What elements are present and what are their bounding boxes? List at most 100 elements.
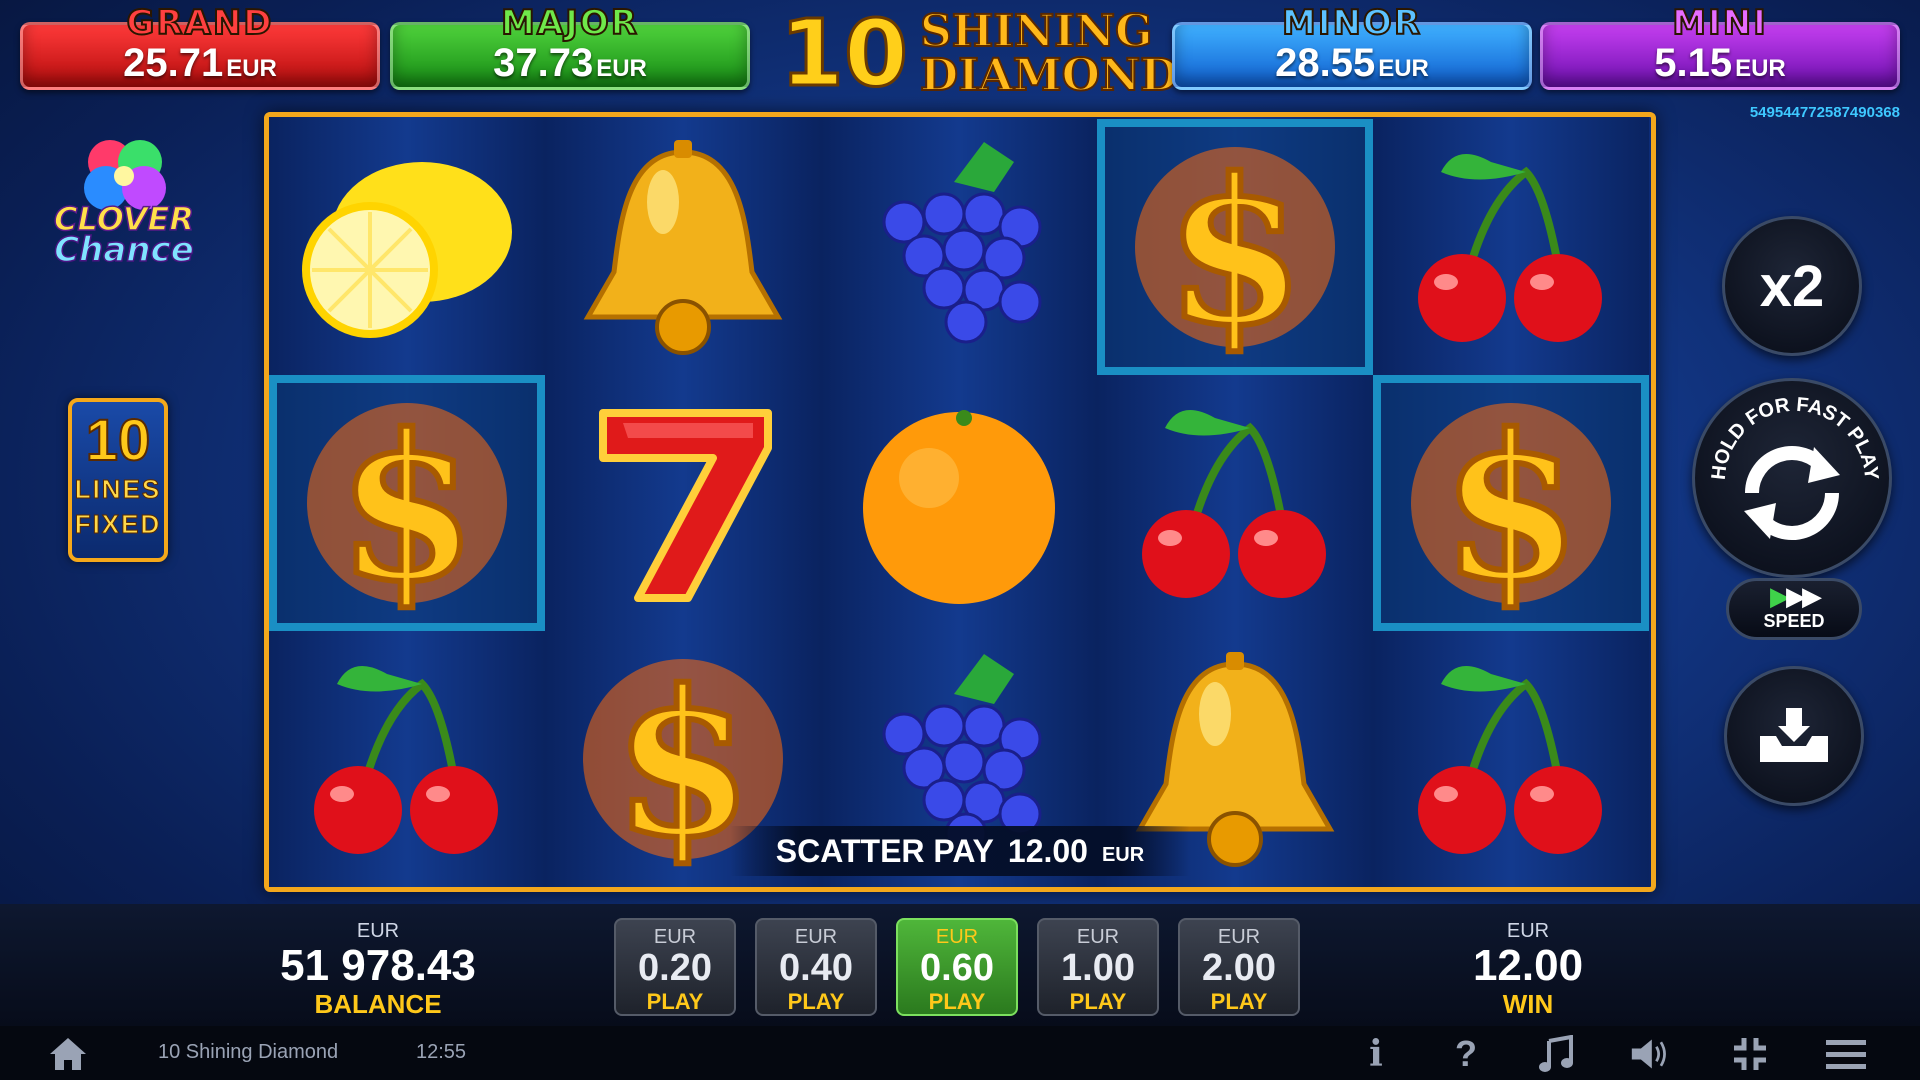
info-icon[interactable]: i: [1356, 1033, 1396, 1075]
symbol-grapes-icon: [821, 119, 1097, 375]
symbol-cherry-icon: [1097, 375, 1373, 631]
reel-1: $: [269, 117, 545, 887]
jackpot-grand-value: 25.71: [123, 40, 224, 85]
jackpot-major-currency: EUR: [596, 54, 647, 82]
logo-line2: DIAMOND: [919, 50, 1179, 101]
collect-button[interactable]: [1724, 666, 1864, 806]
bet-currency: EUR: [935, 926, 979, 948]
hold-for-fast-play-text: HOLD FOR FAST PLAY: [1708, 394, 1883, 482]
game-logo: 10 SHINING DIAMOND: [778, 0, 1179, 107]
menu-icon[interactable]: [1826, 1034, 1866, 1074]
status-bar: 10 Shining Diamond 12:55 i ?: [0, 1026, 1920, 1080]
jackpot-mini-currency: EUR: [1735, 54, 1786, 82]
multiplier-label: x2: [1759, 253, 1825, 319]
win-display: EUR 12.00 WIN: [1408, 920, 1648, 1020]
svg-text:$: $: [1441, 391, 1580, 618]
logo-number: 10: [778, 0, 909, 107]
scatter-pay-amount: 12.00: [1007, 832, 1088, 869]
jackpot-grand: GRAND 25.71 EUR: [20, 2, 380, 90]
bet-play-label: PLAY: [928, 988, 986, 1014]
bet-button-1.00[interactable]: EUR 1.00 PLAY: [1037, 918, 1159, 1016]
bottom-panel: EUR 51 978.43 BALANCE EUR 0.20 PLAY EUR 0.40…: [0, 904, 1920, 1026]
clock: 12:55: [416, 1041, 467, 1063]
bet-currency: EUR: [1076, 926, 1120, 948]
reel-grid: $ $ $ $: [264, 112, 1656, 892]
jackpot-minor-name: MINOR: [1281, 2, 1423, 44]
lines-fixed-badge: 10 LINES FIXED: [68, 398, 168, 562]
bet-currency: EUR: [653, 926, 697, 948]
symbol-cherry-icon: [1373, 631, 1649, 887]
jackpot-grand-name: GRAND: [125, 2, 274, 44]
home-icon[interactable]: [48, 1034, 88, 1074]
logo-line1: SHINING: [919, 6, 1154, 57]
symbol-dollar-icon: $: [1373, 375, 1649, 631]
lines-label: LINES: [74, 473, 162, 504]
svg-text:$: $: [337, 391, 476, 618]
speed-label: SPEED: [1763, 611, 1825, 631]
reel-2: $: [545, 117, 821, 887]
scatter-pay-banner: SCATTER PAY 12.00 EUR: [730, 826, 1190, 876]
symbol-dollar-icon: $: [269, 375, 545, 631]
bet-value: 0.60: [920, 947, 994, 989]
bet-button-2.00[interactable]: EUR 2.00 PLAY: [1178, 918, 1300, 1016]
balance-currency: EUR: [356, 920, 400, 942]
bet-play-label: PLAY: [1069, 988, 1127, 1014]
jackpot-minor-currency: EUR: [1378, 54, 1429, 82]
jackpot-minor: MINOR 28.55 EUR: [1172, 2, 1532, 90]
collect-icon: [1760, 708, 1828, 762]
game-title: 10 Shining Diamond: [158, 1041, 339, 1063]
scatter-pay-label: SCATTER PAY: [775, 832, 994, 869]
bet-play-label: PLAY: [1210, 988, 1268, 1014]
symbol-cherry-icon: [1373, 119, 1649, 375]
fixed-label: FIXED: [74, 509, 162, 540]
sound-icon[interactable]: [1630, 1034, 1670, 1074]
multiplier-button[interactable]: x2: [1722, 216, 1862, 356]
music-icon[interactable]: [1536, 1034, 1576, 1074]
fast-forward-icon: ▶▶▶: [1770, 581, 1822, 611]
jackpot-minor-value: 28.55: [1275, 40, 1376, 85]
reel-3: [821, 117, 1097, 887]
balance-display: EUR 51 978.43 BALANCE: [258, 920, 498, 1020]
help-icon[interactable]: ?: [1446, 1033, 1486, 1074]
jackpot-mini-name: MINI: [1671, 2, 1768, 44]
bet-button-0.60[interactable]: EUR 0.60 PLAY: [896, 918, 1018, 1016]
spin-button[interactable]: HOLD FOR FAST PLAY: [1692, 378, 1892, 578]
jackpot-major-value: 37.73: [493, 40, 594, 85]
symbol-cherry-icon: [269, 631, 545, 887]
balance-label: BALANCE: [314, 989, 442, 1020]
win-label: WIN: [1502, 989, 1554, 1020]
win-currency: EUR: [1506, 920, 1550, 942]
bet-button-0.20[interactable]: EUR 0.20 PLAY: [614, 918, 736, 1016]
clover-chance-badge: CLOVER Chance: [44, 122, 204, 282]
bet-value: 0.20: [638, 947, 712, 989]
jackpot-major: MAJOR 37.73 EUR: [390, 2, 750, 90]
balance-value: 51 978.43: [280, 941, 476, 990]
bet-currency: EUR: [794, 926, 838, 948]
bet-value: 1.00: [1061, 947, 1135, 989]
symbol-bell-icon: [545, 119, 821, 375]
game-round-id: 549544772587490368: [1749, 104, 1900, 121]
scatter-pay-currency: EUR: [1101, 843, 1145, 866]
bet-value: 2.00: [1202, 947, 1276, 989]
symbol-seven-icon: [545, 375, 821, 631]
jackpot-grand-currency: EUR: [226, 54, 277, 82]
bet-value: 0.40: [779, 947, 853, 989]
win-value: 12.00: [1472, 941, 1584, 990]
jackpot-major-name: MAJOR: [500, 2, 639, 44]
reel-4: $: [1097, 117, 1373, 887]
jackpot-mini: MINI 5.15 EUR: [1540, 2, 1900, 90]
lines-number: 10: [85, 408, 152, 473]
bet-play-label: PLAY: [646, 988, 704, 1014]
fullscreen-exit-icon[interactable]: [1730, 1034, 1770, 1074]
svg-text:HOLD FOR FAST PLAY: HOLD FOR FAST PLAY: [1708, 394, 1883, 482]
symbol-orange-icon: [821, 375, 1097, 631]
clover-line2: Chance: [53, 230, 194, 271]
symbol-lemon-icon: [269, 119, 545, 375]
bet-play-label: PLAY: [787, 988, 845, 1014]
speed-button[interactable]: ▶▶▶ SPEED: [1726, 578, 1862, 640]
bet-button-0.40[interactable]: EUR 0.40 PLAY: [755, 918, 877, 1016]
reel-5: $: [1373, 117, 1649, 887]
symbol-dollar-icon: $: [1097, 119, 1373, 375]
svg-text:$: $: [1165, 135, 1304, 362]
jackpot-mini-value: 5.15: [1654, 40, 1733, 85]
